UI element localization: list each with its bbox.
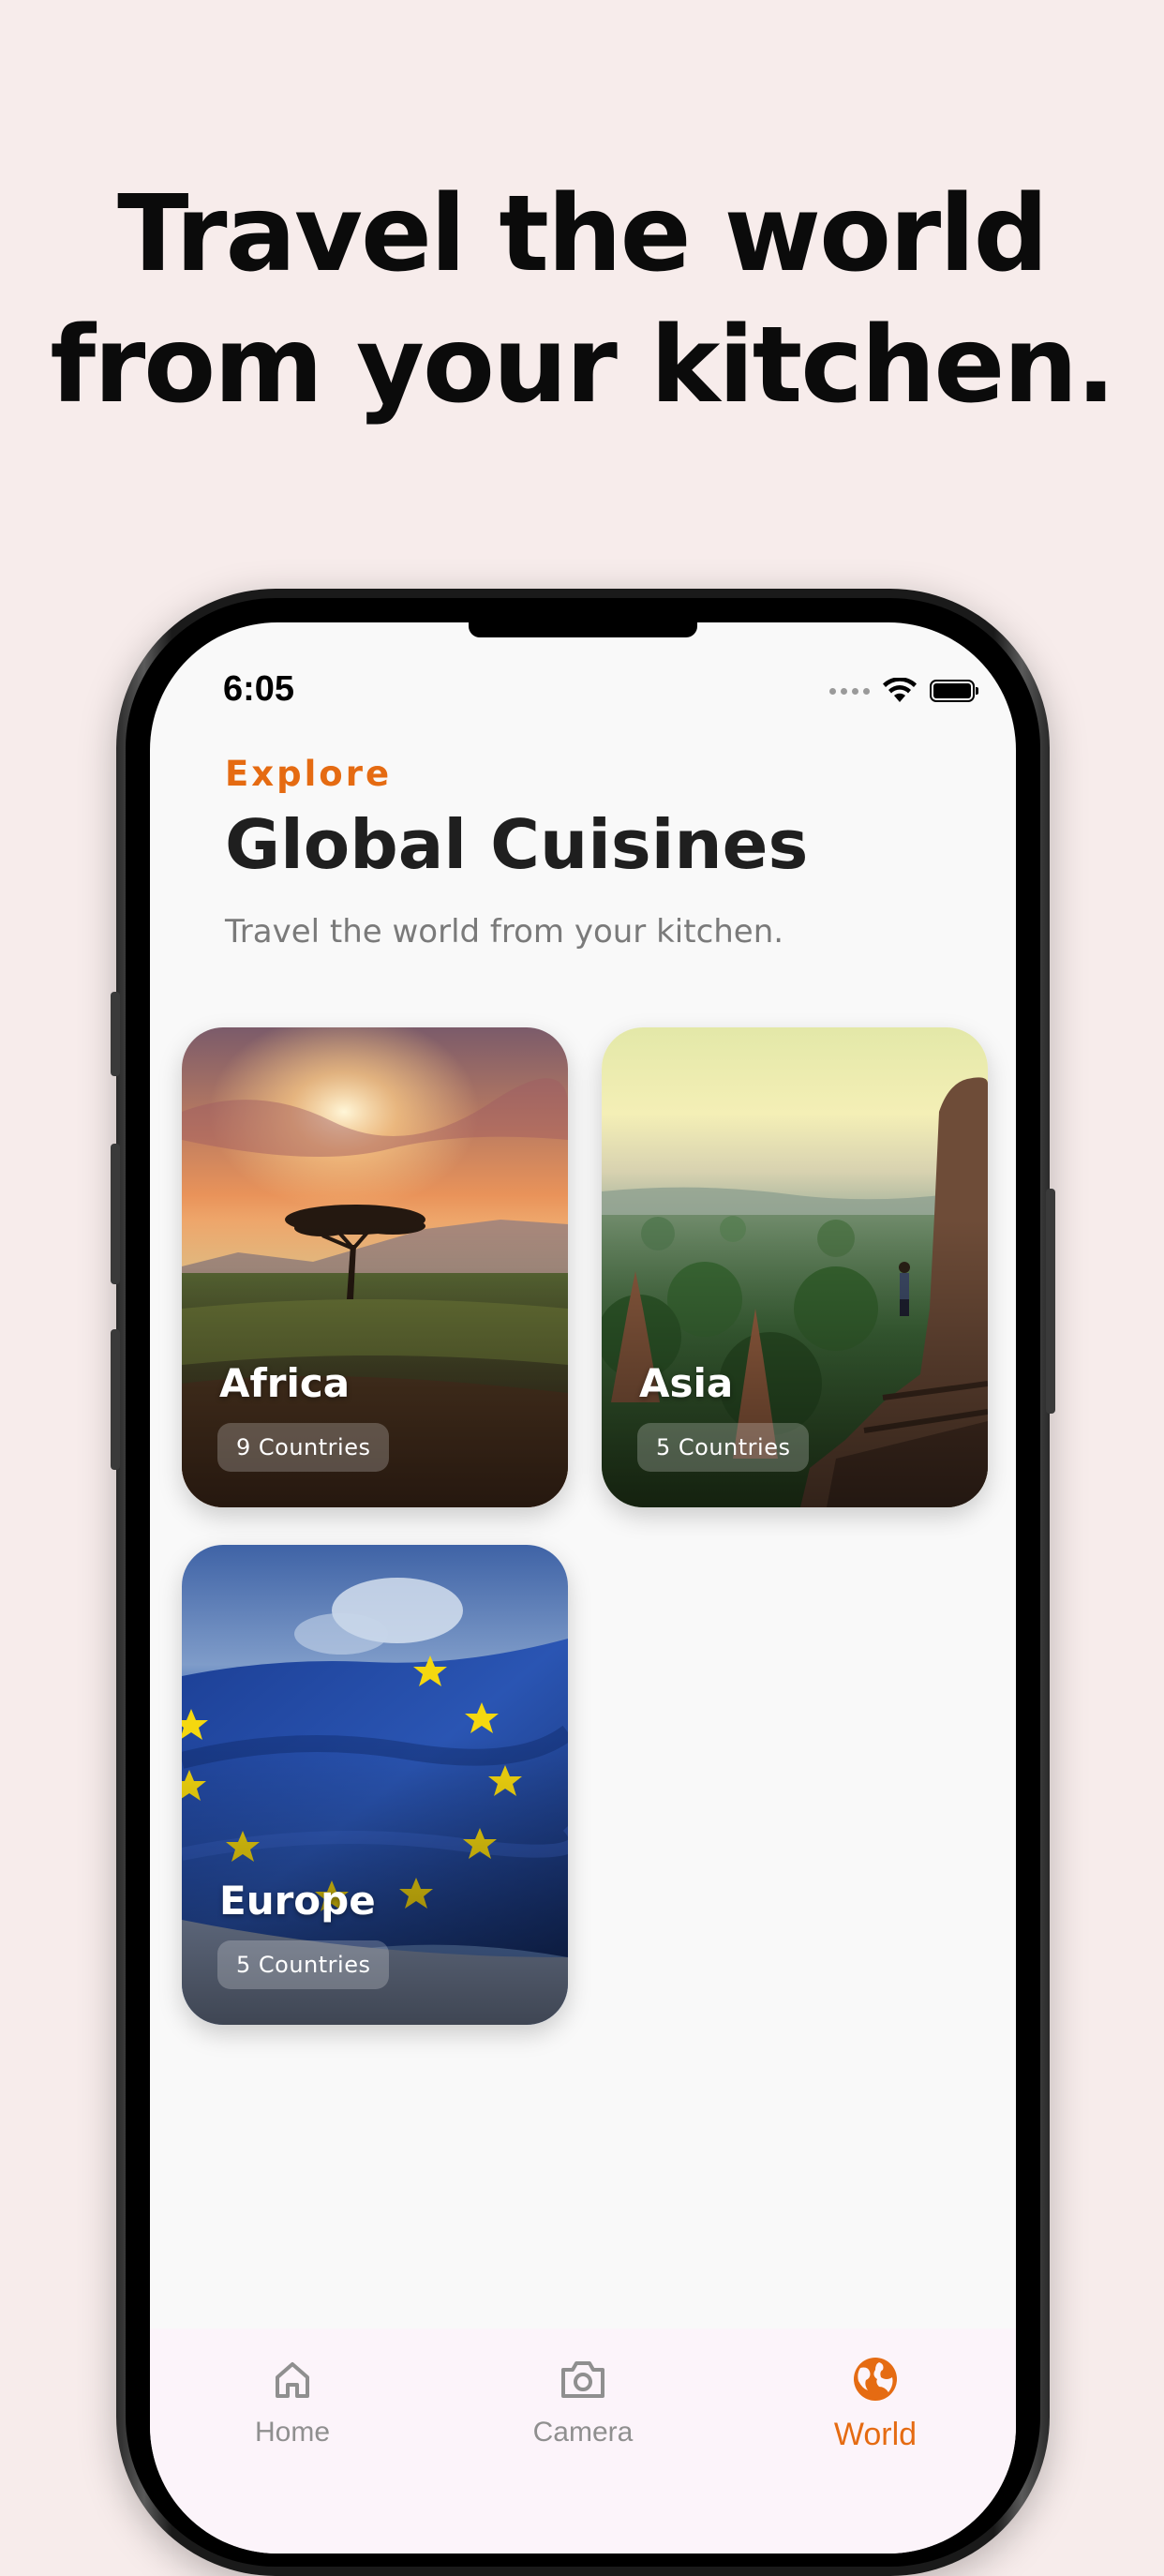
cellular-signal-icon — [829, 687, 870, 695]
promo-headline-line2: from your kitchen. — [50, 305, 1115, 427]
nav-item-home[interactable]: Home — [199, 2349, 386, 2449]
camera-icon — [561, 2361, 604, 2398]
region-name: Asia — [639, 1360, 734, 1406]
page-title: Global Cuisines — [225, 805, 809, 884]
country-count-badge: 5 Countries — [217, 1940, 390, 1989]
region-name: Europe — [219, 1878, 376, 1924]
page-subtitle: Travel the world from your kitchen. — [225, 913, 784, 951]
country-count-badge: 9 Countries — [217, 1423, 390, 1472]
volume-up-button — [111, 1144, 120, 1284]
home-icon — [276, 2362, 309, 2398]
nav-item-world[interactable]: World — [782, 2349, 969, 2453]
status-time: 6:05 — [223, 669, 295, 709]
status-icons — [829, 677, 978, 705]
power-button — [1046, 1189, 1055, 1414]
region-card-asia[interactable]: Asia 5 Countries — [602, 1027, 988, 1507]
action-button — [111, 992, 120, 1076]
battery-icon — [930, 680, 978, 702]
nav-label-home: Home — [254, 2417, 331, 2448]
nav-label-world: World — [833, 2417, 918, 2452]
wifi-icon — [883, 678, 917, 702]
region-name: Africa — [219, 1360, 351, 1406]
section-eyebrow: Explore — [225, 754, 393, 794]
app-screen: 6:05 Explore Global Cuisines Travel the … — [150, 622, 1016, 2554]
region-card-africa[interactable]: Africa 9 Countries — [182, 1027, 568, 1507]
promo-headline: Travel the world from your kitchen. — [0, 169, 1164, 431]
nav-label-camera: Camera — [532, 2417, 634, 2448]
globe-icon — [854, 2358, 897, 2401]
sensor-housing — [469, 622, 697, 637]
bottom-navigation: Home Camera World — [150, 2329, 1016, 2554]
volume-down-button — [111, 1329, 120, 1470]
country-count-badge: 5 Countries — [637, 1423, 810, 1472]
phone-frame: 6:05 Explore Global Cuisines Travel the … — [111, 589, 1055, 2576]
nav-item-camera[interactable]: Camera — [489, 2349, 677, 2449]
region-card-europe[interactable]: Europe 5 Countries — [182, 1545, 568, 2025]
promo-headline-line1: Travel the world — [117, 173, 1049, 295]
